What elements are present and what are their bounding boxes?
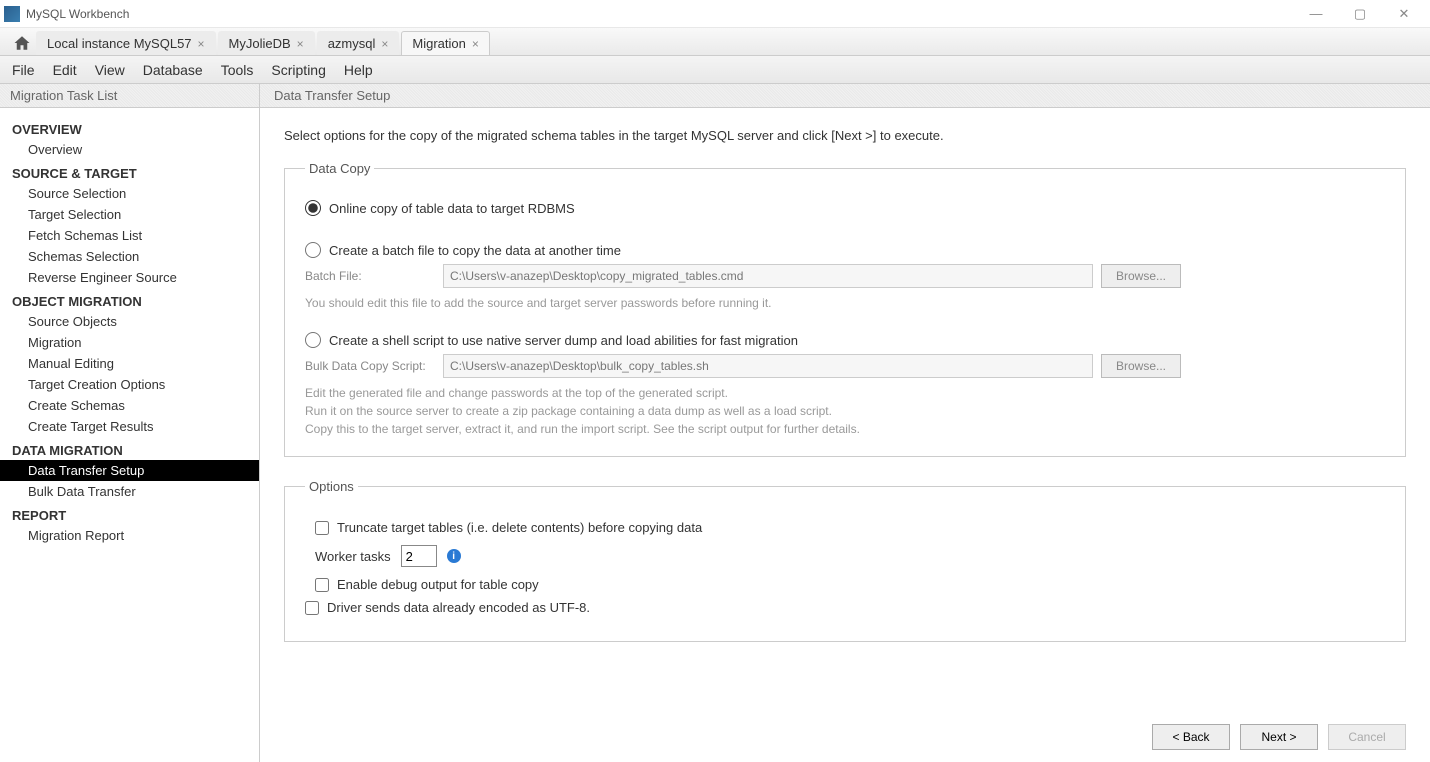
radio-batch-file[interactable] [305,242,321,258]
sidebar-item[interactable]: Migration [0,332,259,353]
sidebar-item[interactable]: Create Schemas [0,395,259,416]
label-debug: Enable debug output for table copy [337,577,539,592]
sidebar: Migration Task List OVERVIEWOverviewSOUR… [0,84,260,762]
label-batch-file: Create a batch file to copy the data at … [329,243,621,258]
data-copy-group: Data Copy Online copy of table data to t… [284,161,1406,457]
checkbox-truncate[interactable] [315,521,329,535]
sidebar-item[interactable]: Target Creation Options [0,374,259,395]
sidebar-item[interactable]: Bulk Data Transfer [0,481,259,502]
sidebar-item[interactable]: Create Target Results [0,416,259,437]
sidebar-item[interactable]: Overview [0,139,259,160]
menu-help[interactable]: Help [344,62,373,78]
menu-file[interactable]: File [12,62,35,78]
data-copy-legend: Data Copy [305,161,374,176]
sidebar-section: OVERVIEW [0,116,259,139]
menu-database[interactable]: Database [143,62,203,78]
menu-tools[interactable]: Tools [221,62,254,78]
sidebar-item[interactable]: Schemas Selection [0,246,259,267]
tab-local-instance[interactable]: Local instance MySQL57× [36,31,216,55]
menu-edit[interactable]: Edit [53,62,77,78]
tab-azmysql[interactable]: azmysql× [317,31,400,55]
wizard-buttons: < Back Next > Cancel [1152,724,1406,750]
bulk-hint: Edit the generated file and change passw… [305,384,1385,438]
sidebar-item[interactable]: Source Objects [0,311,259,332]
sidebar-item[interactable]: Manual Editing [0,353,259,374]
menu-scripting[interactable]: Scripting [271,62,325,78]
close-icon[interactable]: × [472,37,479,51]
menu-view[interactable]: View [95,62,125,78]
window-title: MySQL Workbench [26,7,129,21]
sidebar-title: Migration Task List [0,84,259,108]
sidebar-item[interactable]: Migration Report [0,525,259,546]
checkbox-utf8[interactable] [305,601,319,615]
intro-text: Select options for the copy of the migra… [284,128,1406,143]
menu-bar: File Edit View Database Tools Scripting … [0,56,1430,84]
sidebar-section: OBJECT MIGRATION [0,288,259,311]
bulk-script-label: Bulk Data Copy Script: [305,359,435,373]
home-icon[interactable] [8,31,36,55]
label-online-copy: Online copy of table data to target RDBM… [329,201,575,216]
bulk-script-input[interactable] [443,354,1093,378]
sidebar-section: DATA MIGRATION [0,437,259,460]
next-button[interactable]: Next > [1240,724,1318,750]
close-icon[interactable]: × [198,37,205,51]
batch-hint: You should edit this file to add the sou… [305,294,1385,312]
sidebar-item[interactable]: Fetch Schemas List [0,225,259,246]
batch-file-input[interactable] [443,264,1093,288]
sidebar-section: SOURCE & TARGET [0,160,259,183]
label-shell-script: Create a shell script to use native serv… [329,333,798,348]
worker-tasks-input[interactable] [401,545,437,567]
radio-online-copy[interactable] [305,200,321,216]
info-icon[interactable]: i [447,549,461,563]
tab-migration[interactable]: Migration× [401,31,489,55]
app-icon [4,6,20,22]
close-button[interactable]: ✕ [1390,6,1418,22]
browse-batch-button[interactable]: Browse... [1101,264,1181,288]
browse-bulk-button[interactable]: Browse... [1101,354,1181,378]
options-legend: Options [305,479,358,494]
back-button[interactable]: < Back [1152,724,1230,750]
batch-file-label: Batch File: [305,269,435,283]
close-icon[interactable]: × [381,37,388,51]
label-utf8: Driver sends data already encoded as UTF… [327,600,590,615]
title-bar: MySQL Workbench — ▢ ✕ [0,0,1430,28]
tab-bar: Local instance MySQL57× MyJolieDB× azmys… [0,28,1430,56]
checkbox-debug[interactable] [315,578,329,592]
close-icon[interactable]: × [297,37,304,51]
sidebar-item[interactable]: Target Selection [0,204,259,225]
minimize-button[interactable]: — [1302,6,1330,22]
sidebar-item[interactable]: Data Transfer Setup [0,460,259,481]
label-truncate: Truncate target tables (i.e. delete cont… [337,520,702,535]
main-panel: Data Transfer Setup Select options for t… [260,84,1430,762]
tab-myjoliedb[interactable]: MyJolieDB× [218,31,315,55]
maximize-button[interactable]: ▢ [1346,6,1374,22]
sidebar-item[interactable]: Source Selection [0,183,259,204]
worker-tasks-label: Worker tasks [315,549,391,564]
options-group: Options Truncate target tables (i.e. del… [284,479,1406,642]
main-header: Data Transfer Setup [260,84,1430,108]
cancel-button[interactable]: Cancel [1328,724,1406,750]
sidebar-item[interactable]: Reverse Engineer Source [0,267,259,288]
sidebar-section: REPORT [0,502,259,525]
radio-shell-script[interactable] [305,332,321,348]
